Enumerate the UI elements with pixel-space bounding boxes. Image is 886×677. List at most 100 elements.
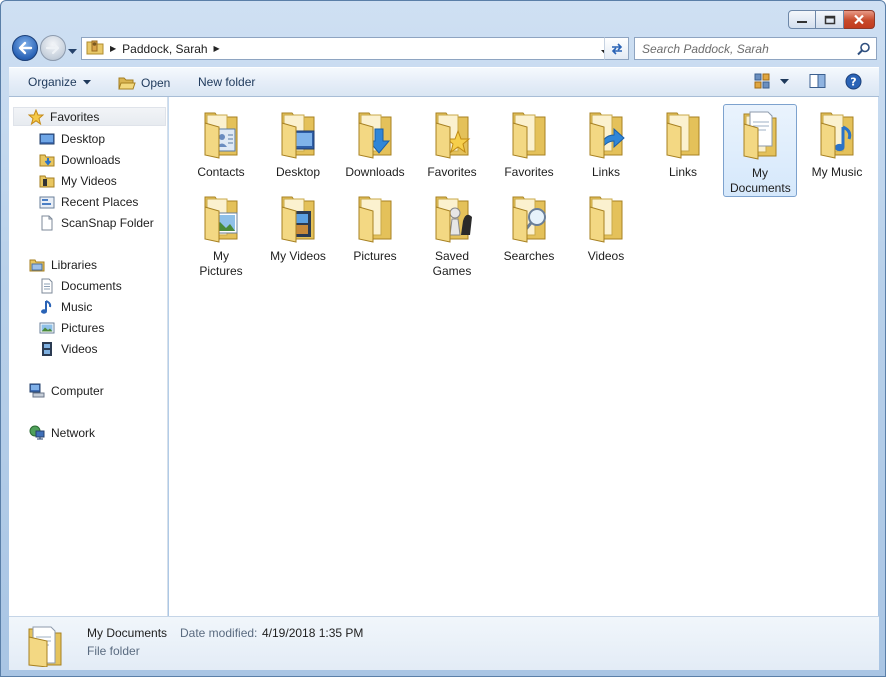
folder-icon (512, 196, 546, 243)
address-row: ▶ Paddock, Sarah ▶ (11, 34, 879, 62)
command-bar: Organize Open New folder ? (9, 67, 879, 97)
search-icon[interactable] (857, 42, 871, 59)
chevron-down-icon (780, 79, 789, 84)
breadcrumb-separator[interactable]: ▶ (110, 44, 116, 53)
view-options-dropdown[interactable] (780, 79, 789, 85)
folder-item[interactable]: Links (569, 104, 643, 180)
document-icon (39, 215, 55, 231)
nav-videos-label: Videos (61, 341, 98, 356)
open-label: Open (141, 75, 171, 90)
svg-text:?: ? (850, 76, 856, 89)
folder-item[interactable]: My Music (800, 104, 874, 180)
folder-item[interactable]: Contacts (184, 104, 258, 180)
nav-music[interactable]: Music (39, 297, 92, 316)
maximize-icon (824, 15, 835, 24)
search-box[interactable] (634, 37, 877, 60)
desktop-icon (39, 131, 55, 147)
nav-documents[interactable]: Documents (39, 276, 122, 295)
folder-item[interactable]: My Documents (723, 104, 797, 197)
caption-buttons (788, 10, 875, 29)
file-list: Contacts Desktop Downloads Favorites Favorit… (169, 97, 878, 616)
nav-my-videos-label: My Videos (61, 173, 117, 188)
folder-item[interactable]: Pictures (338, 188, 412, 264)
breadcrumb-separator[interactable]: ▶ (214, 44, 220, 53)
chevron-down-icon (82, 79, 91, 84)
refresh-button[interactable] (604, 37, 629, 60)
preview-pane-icon (809, 74, 826, 88)
nav-libraries-label: Libraries (51, 257, 98, 272)
nav-favorites[interactable]: Favorites (13, 107, 166, 126)
breadcrumb-user[interactable]: Paddock, Sarah (122, 42, 207, 56)
search-input[interactable] (635, 38, 850, 59)
selected-folder-thumbnail (27, 623, 63, 670)
folder-item[interactable]: Favorites (415, 104, 489, 180)
preview-pane-button[interactable] (809, 73, 826, 89)
nav-computer-label: Computer (51, 383, 104, 398)
address-bar[interactable]: ▶ Paddock, Sarah ▶ (81, 37, 615, 60)
documents-library-icon (39, 278, 55, 294)
nav-pictures-label: Pictures (61, 320, 105, 335)
maximize-button[interactable] (816, 10, 844, 29)
downloads-folder-icon (39, 152, 55, 168)
nav-documents-label: Documents (61, 278, 122, 293)
folder-item[interactable]: My Pictures (184, 188, 258, 279)
folder-item[interactable]: Saved Games (415, 188, 489, 279)
folder-item[interactable]: Links (646, 104, 720, 180)
recent-pages-button[interactable] (68, 44, 77, 58)
nav-downloads[interactable]: Downloads (39, 150, 120, 169)
details-date-label: Date modified: (180, 626, 258, 640)
nav-desktop[interactable]: Desktop (39, 129, 105, 148)
folder-item[interactable]: My Videos (261, 188, 335, 264)
folder-icon (743, 111, 777, 160)
folder-item-label: Contacts (197, 165, 245, 179)
nav-downloads-label: Downloads (61, 152, 121, 167)
minimize-button[interactable] (788, 10, 816, 29)
folder-item-label: Favorites (427, 165, 477, 179)
folder-item-label: Downloads (345, 165, 405, 179)
forward-arrow-icon (45, 41, 60, 55)
folder-item-label: Favorites (504, 165, 554, 179)
folder-item[interactable]: Searches (492, 188, 566, 264)
folder-item[interactable]: Desktop (261, 104, 335, 180)
nav-music-label: Music (61, 299, 93, 314)
folder-item-label: Pictures (353, 249, 397, 263)
open-button[interactable]: Open (118, 75, 170, 90)
open-folder-icon (118, 77, 136, 90)
folder-icon (358, 196, 392, 243)
nav-videos[interactable]: Videos (39, 339, 97, 358)
folder-item-label: Links (591, 165, 620, 179)
close-button[interactable] (844, 10, 875, 29)
nav-pictures[interactable]: Pictures (39, 318, 104, 337)
nav-libraries[interactable]: Libraries (29, 255, 97, 274)
folder-icon (281, 196, 315, 243)
folder-item[interactable]: Favorites (492, 104, 566, 180)
nav-scansnap-label: ScanSnap Folder (61, 215, 154, 230)
folder-item[interactable]: Videos (569, 188, 643, 264)
folder-item[interactable]: Downloads (338, 104, 412, 180)
folder-icon (435, 196, 472, 243)
change-view-button[interactable] (754, 73, 770, 89)
nav-network[interactable]: Network (29, 423, 95, 442)
folder-icon (589, 112, 625, 159)
details-pane: My Documents Date modified: 4/19/2018 1:… (9, 616, 879, 670)
back-button[interactable] (12, 35, 38, 61)
folder-icon (666, 112, 700, 159)
music-note-icon (39, 299, 55, 315)
nav-computer[interactable]: Computer (29, 381, 104, 400)
organize-menu-button[interactable]: Organize (28, 75, 91, 89)
folder-icon (435, 112, 471, 159)
new-folder-label: New folder (198, 75, 256, 89)
videos-folder-icon (39, 173, 55, 189)
view-grid-icon (754, 73, 770, 89)
folder-icon (589, 196, 623, 243)
nav-recent-places[interactable]: Recent Places (39, 192, 138, 211)
help-button[interactable]: ? (845, 73, 862, 90)
pictures-library-icon (39, 320, 55, 336)
folder-icon (820, 112, 854, 159)
nav-scansnap-folder[interactable]: ScanSnap Folder (39, 213, 154, 232)
forward-button[interactable] (40, 35, 66, 61)
folder-item-label: Desktop (275, 165, 321, 179)
computer-icon (29, 383, 45, 399)
new-folder-button[interactable]: New folder (198, 75, 255, 89)
nav-my-videos[interactable]: My Videos (39, 171, 117, 190)
